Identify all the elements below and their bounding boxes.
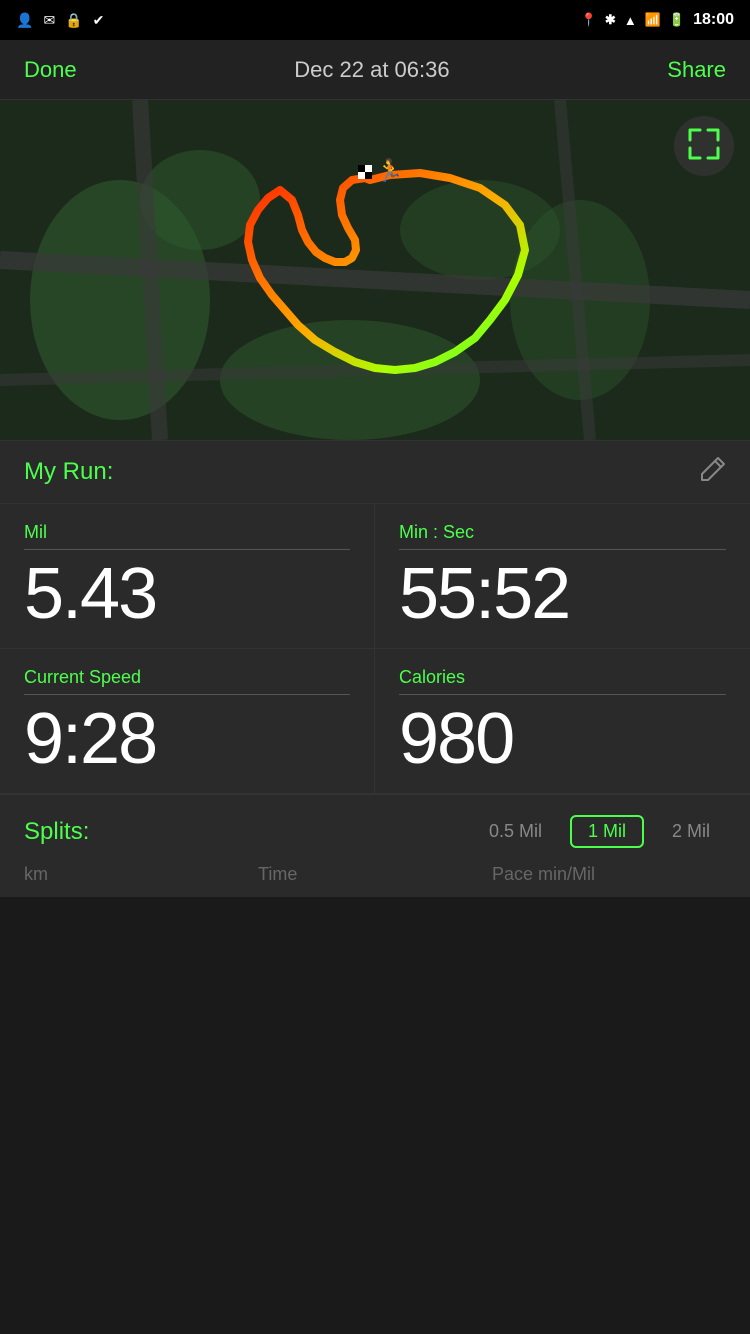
- my-run-label: My Run:: [24, 458, 113, 486]
- stat-divider-time: [399, 549, 726, 550]
- stat-cell-time: Min : Sec 55:52: [375, 504, 750, 649]
- my-run-section: My Run:: [0, 440, 750, 504]
- wifi-icon: ▲: [624, 13, 637, 28]
- share-button[interactable]: Share: [667, 57, 726, 83]
- header: Done Dec 22 at 06:36 Share: [0, 40, 750, 100]
- split-option-two-mile[interactable]: 2 Mil: [656, 815, 726, 848]
- signal-icon: 📶: [645, 12, 661, 28]
- map-container: 🏃: [0, 100, 750, 440]
- stat-divider-calories: [399, 694, 726, 695]
- clock: 18:00: [693, 11, 734, 29]
- status-bar: 👤 ✉ 🔒 ✔ 📍 ✱ ▲ 📶 🔋 18:00: [0, 0, 750, 40]
- status-icons-left: 👤 ✉ 🔒 ✔: [16, 12, 104, 29]
- battery-icon: 🔋: [669, 12, 685, 28]
- edit-icon[interactable]: [700, 456, 726, 488]
- stat-value-speed: 9:28: [24, 703, 350, 775]
- stat-divider-distance: [24, 549, 350, 550]
- header-title: Dec 22 at 06:36: [294, 57, 449, 83]
- stat-value-time: 55:52: [399, 558, 726, 630]
- splits-col-time: Time: [258, 864, 492, 885]
- expand-icon: [688, 128, 720, 164]
- stat-divider-speed: [24, 694, 350, 695]
- stat-value-calories: 980: [399, 703, 726, 775]
- expand-button[interactable]: [674, 116, 734, 176]
- lock-icon: 🔒: [65, 12, 82, 29]
- stat-cell-speed: Current Speed 9:28: [0, 649, 375, 794]
- stat-label-speed: Current Speed: [24, 667, 350, 688]
- stats-grid: Mil 5.43 Min : Sec 55:52 Current Speed 9…: [0, 504, 750, 794]
- splits-table-header: km Time Pace min/Mil: [24, 864, 726, 885]
- stat-label-time: Min : Sec: [399, 522, 726, 543]
- stat-cell-distance: Mil 5.43: [0, 504, 375, 649]
- split-option-one-mile[interactable]: 1 Mil: [570, 815, 644, 848]
- check-icon: ✔: [93, 12, 105, 29]
- stat-cell-calories: Calories 980: [375, 649, 750, 794]
- splits-col-km: km: [24, 864, 258, 885]
- splits-options: 0.5 Mil 1 Mil 2 Mil: [473, 815, 726, 848]
- stat-label-calories: Calories: [399, 667, 726, 688]
- mail-icon: ✉: [43, 12, 55, 29]
- splits-section: Splits: 0.5 Mil 1 Mil 2 Mil km Time Pace…: [0, 794, 750, 897]
- split-option-half-mile[interactable]: 0.5 Mil: [473, 815, 558, 848]
- location-icon: 📍: [581, 12, 597, 28]
- splits-col-pace: Pace min/Mil: [492, 864, 726, 885]
- svg-text:🏃: 🏃: [376, 158, 403, 183]
- done-button[interactable]: Done: [24, 57, 77, 83]
- bluetooth-icon: ✱: [605, 12, 616, 28]
- splits-label: Splits:: [24, 818, 89, 846]
- person-icon: 👤: [16, 12, 33, 29]
- status-icons-right: 📍 ✱ ▲ 📶 🔋 18:00: [581, 11, 734, 29]
- stat-label-distance: Mil: [24, 522, 350, 543]
- stat-value-distance: 5.43: [24, 558, 350, 630]
- splits-row: Splits: 0.5 Mil 1 Mil 2 Mil: [24, 815, 726, 848]
